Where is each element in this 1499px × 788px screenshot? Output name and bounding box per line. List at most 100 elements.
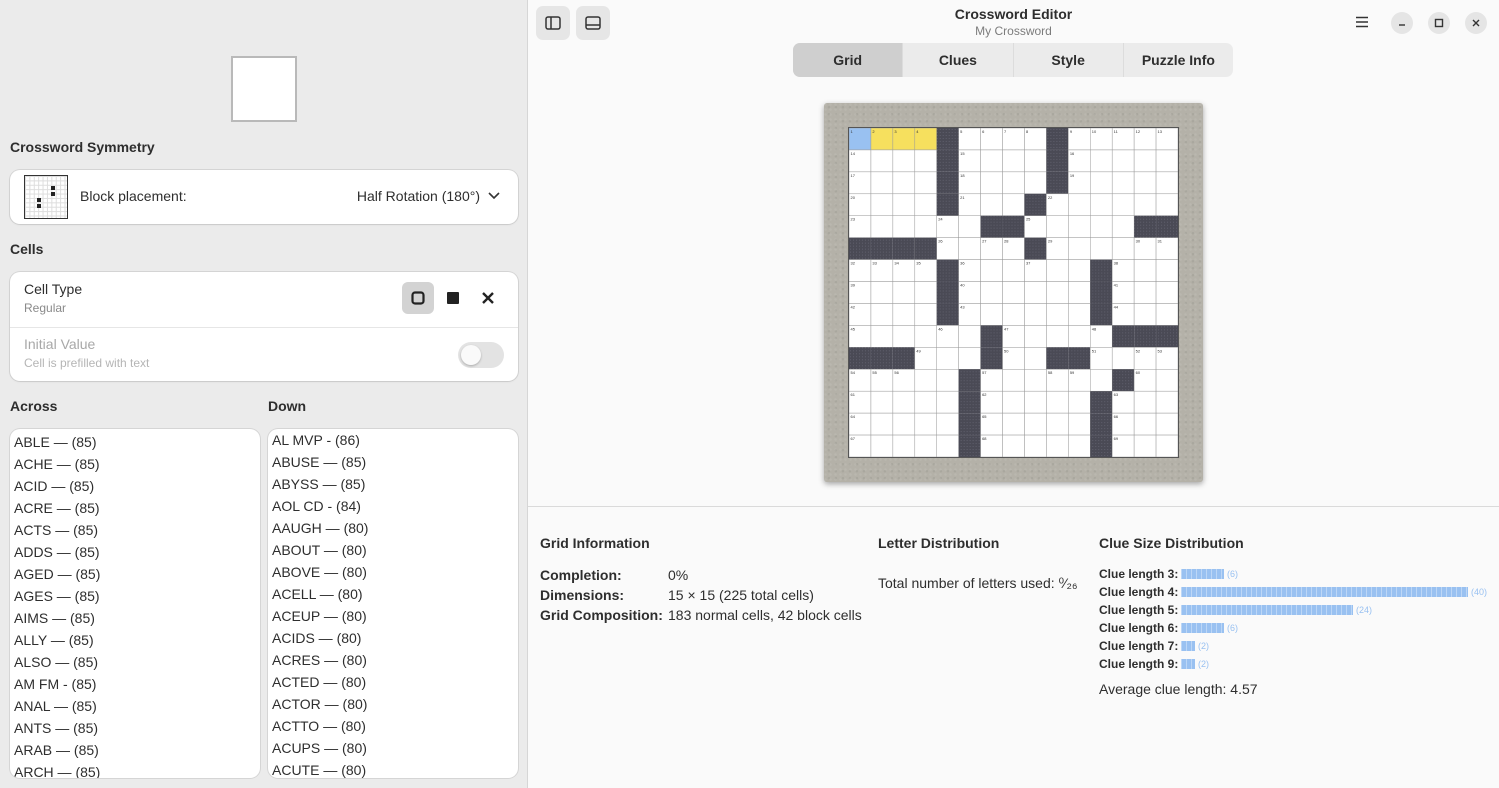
- grid-cell[interactable]: [1002, 281, 1025, 304]
- block-cell[interactable]: [1046, 128, 1069, 150]
- grid-cell[interactable]: [1046, 281, 1069, 304]
- across-word-item[interactable]: ANTS — (85): [10, 717, 260, 739]
- grid-cell[interactable]: [1024, 281, 1047, 304]
- grid-cell[interactable]: [936, 369, 959, 392]
- grid-cell[interactable]: [1068, 412, 1091, 436]
- grid-cell[interactable]: [870, 149, 894, 173]
- grid-cell[interactable]: [914, 390, 937, 414]
- grid-cell[interactable]: [1068, 390, 1091, 414]
- grid-cell[interactable]: [870, 281, 894, 304]
- down-word-item[interactable]: ABOUT — (80): [268, 539, 518, 561]
- grid-cell[interactable]: [1133, 193, 1157, 216]
- grid-cell[interactable]: [1024, 347, 1047, 370]
- across-word-item[interactable]: ARAB — (85): [10, 739, 260, 761]
- grid-cell[interactable]: [1090, 215, 1113, 238]
- down-word-item[interactable]: ACEUP — (80): [268, 605, 518, 627]
- down-word-item[interactable]: ACUPS — (80): [268, 737, 518, 759]
- down-word-item[interactable]: ACTTO — (80): [268, 715, 518, 737]
- block-cell[interactable]: [1090, 435, 1113, 457]
- grid-cell[interactable]: [1002, 193, 1025, 216]
- grid-cell[interactable]: [958, 347, 981, 370]
- grid-cell[interactable]: [1155, 259, 1178, 282]
- down-word-item[interactable]: ACTOR — (80): [268, 693, 518, 715]
- grid-cell[interactable]: [914, 171, 937, 195]
- block-cell[interactable]: [1134, 215, 1157, 238]
- grid-cell[interactable]: [1155, 281, 1178, 304]
- block-cell[interactable]: [1156, 215, 1178, 238]
- block-cell[interactable]: [849, 237, 871, 260]
- across-word-item[interactable]: ADDS — (85): [10, 541, 260, 563]
- grid-cell[interactable]: [1002, 434, 1025, 457]
- grid-cell[interactable]: [1090, 193, 1113, 216]
- grid-cell[interactable]: [1090, 369, 1113, 392]
- block-cell[interactable]: [1112, 369, 1135, 392]
- grid-cell[interactable]: [892, 193, 916, 216]
- grid-cell[interactable]: [980, 259, 1003, 282]
- block-cell[interactable]: [870, 237, 893, 260]
- grid-cell[interactable]: [1046, 325, 1069, 348]
- grid-cell[interactable]: [892, 412, 916, 436]
- block-cell[interactable]: [936, 128, 959, 150]
- grid-cell[interactable]: [1111, 215, 1135, 238]
- block-cell[interactable]: [936, 281, 959, 304]
- grid-cell[interactable]: [892, 434, 916, 457]
- grid-cell[interactable]: [1133, 281, 1157, 304]
- grid-cell[interactable]: [1002, 369, 1025, 392]
- block-cell[interactable]: [936, 259, 959, 282]
- grid-cell[interactable]: [1046, 303, 1069, 326]
- block-cell[interactable]: [1068, 347, 1091, 370]
- block-cell[interactable]: [980, 347, 1003, 370]
- grid-cell[interactable]: [1111, 193, 1135, 216]
- block-cell[interactable]: [1090, 303, 1113, 326]
- grid-cell[interactable]: [958, 215, 981, 238]
- down-word-item[interactable]: ACUTE — (80): [268, 759, 518, 778]
- grid-cell[interactable]: [892, 281, 916, 304]
- grid-cell[interactable]: [892, 215, 916, 238]
- grid-cell[interactable]: [1002, 303, 1025, 326]
- across-word-list[interactable]: ABLE — (85) ACHE — (85) ACID — (85) ACRE — …: [10, 429, 260, 778]
- grid-cell[interactable]: [1046, 412, 1069, 436]
- block-cell[interactable]: [958, 369, 981, 392]
- grid-cell[interactable]: [870, 303, 894, 326]
- block-cell[interactable]: [936, 193, 959, 216]
- block-cell[interactable]: [980, 215, 1003, 238]
- grid-cell[interactable]: [892, 171, 916, 195]
- down-word-item[interactable]: ABOVE — (80): [268, 561, 518, 583]
- grid-cell[interactable]: [1090, 171, 1113, 195]
- grid-cell[interactable]: [1046, 215, 1069, 238]
- grid-cell[interactable]: [936, 390, 959, 414]
- grid-cell[interactable]: [1024, 149, 1047, 173]
- down-word-item[interactable]: ABYSS — (85): [268, 473, 518, 495]
- grid-cell[interactable]: [870, 390, 894, 414]
- grid-cell[interactable]: [1024, 325, 1047, 348]
- block-cell[interactable]: [849, 347, 871, 370]
- grid-cell[interactable]: [1155, 193, 1178, 216]
- grid-cell[interactable]: [1024, 369, 1047, 392]
- block-cell-button[interactable]: [437, 282, 469, 314]
- down-word-item[interactable]: AL MVP - (86): [268, 429, 518, 451]
- grid-cell[interactable]: [1046, 434, 1069, 457]
- grid-cell[interactable]: [1068, 303, 1091, 326]
- across-word-item[interactable]: AM FM - (85): [10, 673, 260, 695]
- block-cell[interactable]: [936, 171, 959, 194]
- down-word-item[interactable]: ACRES — (80): [268, 649, 518, 671]
- main-menu-button[interactable]: [1350, 10, 1374, 34]
- grid-cell[interactable]: [1024, 303, 1047, 326]
- grid-cell[interactable]: [1024, 171, 1047, 195]
- block-placement-value[interactable]: Half Rotation (180°): [357, 188, 480, 204]
- grid-cell[interactable]: [936, 434, 959, 457]
- grid-cell[interactable]: [1024, 434, 1047, 457]
- across-word-item[interactable]: ACRE — (85): [10, 497, 260, 519]
- grid-cell[interactable]: [1068, 325, 1091, 348]
- block-cell[interactable]: [892, 237, 915, 260]
- grid-cell[interactable]: [1068, 237, 1091, 260]
- block-cell[interactable]: [914, 237, 937, 260]
- grid-cell[interactable]: [892, 325, 916, 348]
- grid-cell[interactable]: [1155, 434, 1178, 457]
- block-cell[interactable]: [1046, 149, 1069, 172]
- grid-cell[interactable]: [1155, 171, 1178, 195]
- grid-cell[interactable]: [870, 325, 894, 348]
- grid-cell[interactable]: [980, 281, 1003, 304]
- block-cell[interactable]: [1046, 171, 1069, 194]
- grid-cell[interactable]: [936, 347, 959, 370]
